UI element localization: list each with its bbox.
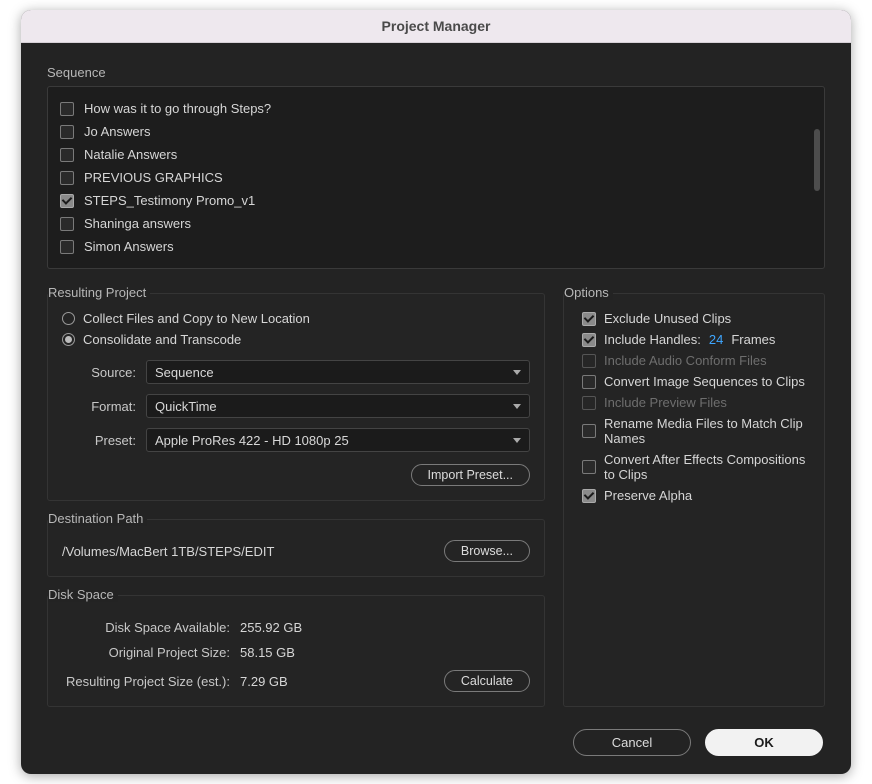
dropdown-value: Sequence: [155, 365, 214, 380]
checkbox-icon[interactable]: [582, 312, 596, 326]
checkbox-icon[interactable]: [582, 375, 596, 389]
chevron-down-icon: [513, 404, 521, 409]
radio-consolidate-transcode[interactable]: Consolidate and Transcode: [62, 329, 530, 350]
checkbox-icon[interactable]: [60, 171, 74, 185]
dialog-footer: Cancel OK: [47, 729, 825, 756]
option-include-audio-conform: Include Audio Conform Files: [578, 350, 810, 371]
destination-path-text: /Volumes/MacBert 1TB/STEPS/EDIT: [62, 544, 274, 559]
radio-label: Consolidate and Transcode: [83, 332, 241, 347]
project-manager-window: Project Manager Sequence How was it to g…: [21, 10, 851, 774]
radio-icon[interactable]: [62, 312, 75, 325]
handles-value[interactable]: 24: [709, 332, 723, 347]
sequence-list-box: How was it to go through Steps? Jo Answe…: [47, 86, 825, 269]
checkbox-icon: [582, 396, 596, 410]
source-dropdown[interactable]: Sequence: [146, 360, 530, 384]
right-column: Options Exclude Unused Clips Include Han…: [563, 293, 825, 707]
disk-result-value: 7.29 GB: [240, 674, 288, 689]
option-label: Convert After Effects Compositions to Cl…: [604, 452, 810, 482]
radio-label: Collect Files and Copy to New Location: [83, 311, 310, 326]
sequence-label: Sequence: [47, 65, 825, 80]
option-label: Include Preview Files: [604, 395, 727, 410]
sequence-item-label: STEPS_Testimony Promo_v1: [84, 193, 255, 208]
disk-orig-label: Original Project Size:: [62, 645, 230, 660]
sequence-list: How was it to go through Steps? Jo Answe…: [58, 97, 814, 258]
option-include-preview-files: Include Preview Files: [578, 392, 810, 413]
checkbox-icon[interactable]: [60, 217, 74, 231]
sequence-item-label: Simon Answers: [84, 239, 174, 254]
ok-button[interactable]: OK: [705, 729, 823, 756]
sequence-item-label: Shaninga answers: [84, 216, 191, 231]
options-title: Options: [564, 285, 613, 300]
sequence-item[interactable]: PREVIOUS GRAPHICS: [58, 166, 814, 189]
sequence-item[interactable]: Natalie Answers: [58, 143, 814, 166]
checkbox-icon[interactable]: [582, 489, 596, 503]
disk-avail-label: Disk Space Available:: [62, 620, 230, 635]
sequence-item[interactable]: STEPS_Testimony Promo_v1: [58, 189, 814, 212]
chevron-down-icon: [513, 370, 521, 375]
sequence-item[interactable]: Simon Answers: [58, 235, 814, 258]
source-label: Source:: [62, 365, 136, 380]
option-label: Exclude Unused Clips: [604, 311, 731, 326]
sequence-item-label: How was it to go through Steps?: [84, 101, 271, 116]
disk-avail-value: 255.92 GB: [240, 620, 302, 635]
checkbox-icon[interactable]: [60, 125, 74, 139]
checkbox-icon[interactable]: [60, 194, 74, 208]
destination-path-panel: Destination Path /Volumes/MacBert 1TB/ST…: [47, 519, 545, 577]
option-label: Rename Media Files to Match Clip Names: [604, 416, 810, 446]
checkbox-icon[interactable]: [582, 333, 596, 347]
checkbox-icon[interactable]: [582, 460, 596, 474]
sequence-item[interactable]: Jo Answers: [58, 120, 814, 143]
checkbox-icon[interactable]: [60, 148, 74, 162]
option-include-handles[interactable]: Include Handles: 24 Frames: [578, 329, 810, 350]
resulting-project-panel: Resulting Project Collect Files and Copy…: [47, 293, 545, 501]
sequence-item[interactable]: Shaninga answers: [58, 212, 814, 235]
handles-unit: Frames: [731, 332, 775, 347]
option-convert-image-sequences[interactable]: Convert Image Sequences to Clips: [578, 371, 810, 392]
disk-result-label: Resulting Project Size (est.):: [62, 674, 230, 689]
option-label: Preserve Alpha: [604, 488, 692, 503]
checkbox-icon[interactable]: [582, 424, 596, 438]
preset-dropdown[interactable]: Apple ProRes 422 - HD 1080p 25: [146, 428, 530, 452]
option-label: Convert Image Sequences to Clips: [604, 374, 805, 389]
radio-icon[interactable]: [62, 333, 75, 346]
scrollbar-thumb[interactable]: [814, 129, 820, 191]
sequence-item-label: PREVIOUS GRAPHICS: [84, 170, 223, 185]
option-preserve-alpha[interactable]: Preserve Alpha: [578, 485, 810, 506]
checkbox-icon[interactable]: [60, 102, 74, 116]
checkbox-icon: [582, 354, 596, 368]
sequence-item[interactable]: How was it to go through Steps?: [58, 97, 814, 120]
preset-label: Preset:: [62, 433, 136, 448]
sequence-item-label: Natalie Answers: [84, 147, 177, 162]
disk-orig-value: 58.15 GB: [240, 645, 295, 660]
option-label: Include Audio Conform Files: [604, 353, 767, 368]
radio-collect-files[interactable]: Collect Files and Copy to New Location: [62, 308, 530, 329]
option-rename-media-files[interactable]: Rename Media Files to Match Clip Names: [578, 413, 810, 449]
browse-button[interactable]: Browse...: [444, 540, 530, 562]
destination-title: Destination Path: [48, 511, 147, 526]
cancel-button[interactable]: Cancel: [573, 729, 691, 756]
options-panel: Options Exclude Unused Clips Include Han…: [563, 293, 825, 707]
dropdown-value: QuickTime: [155, 399, 217, 414]
window-body: Sequence How was it to go through Steps?…: [21, 43, 851, 774]
resulting-project-title: Resulting Project: [48, 285, 150, 300]
dropdown-value: Apple ProRes 422 - HD 1080p 25: [155, 433, 349, 448]
window-title: Project Manager: [21, 10, 851, 43]
sequence-item-label: Jo Answers: [84, 124, 150, 139]
option-exclude-unused[interactable]: Exclude Unused Clips: [578, 308, 810, 329]
chevron-down-icon: [513, 438, 521, 443]
format-dropdown[interactable]: QuickTime: [146, 394, 530, 418]
left-column: Resulting Project Collect Files and Copy…: [47, 293, 545, 707]
disk-space-title: Disk Space: [48, 587, 118, 602]
import-preset-button[interactable]: Import Preset...: [411, 464, 530, 486]
option-label: Include Handles:: [604, 332, 701, 347]
calculate-button[interactable]: Calculate: [444, 670, 530, 692]
option-convert-ae-comps[interactable]: Convert After Effects Compositions to Cl…: [578, 449, 810, 485]
disk-space-panel: Disk Space Disk Space Available: 255.92 …: [47, 595, 545, 707]
format-label: Format:: [62, 399, 136, 414]
checkbox-icon[interactable]: [60, 240, 74, 254]
